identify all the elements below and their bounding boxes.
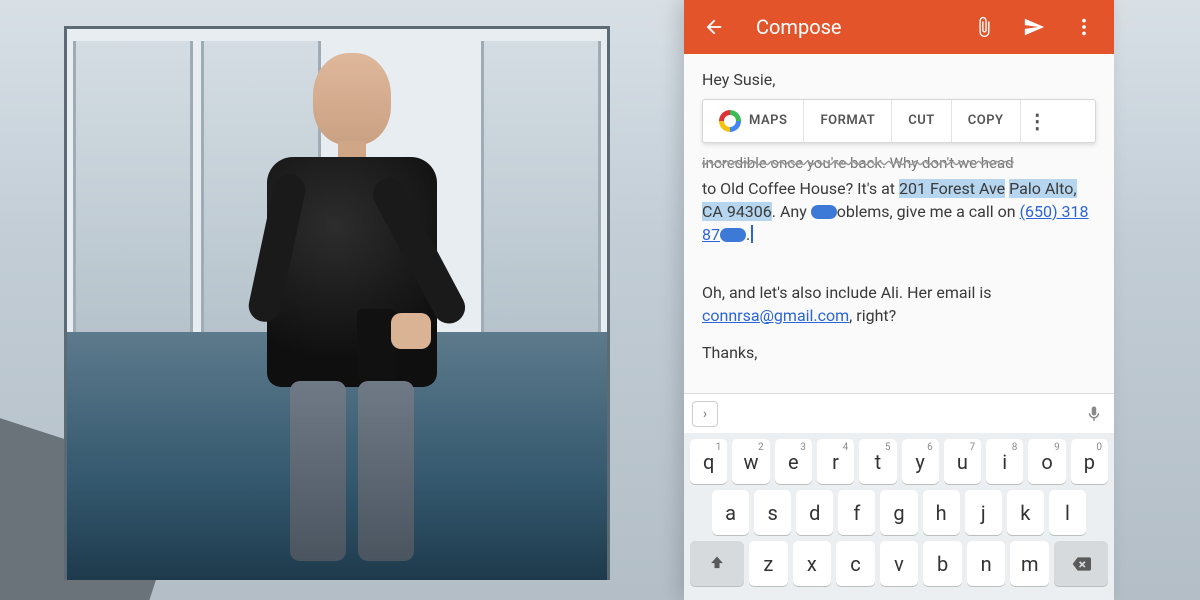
appbar: Compose: [684, 0, 1114, 54]
key-j[interactable]: j: [965, 490, 1002, 535]
key-h[interactable]: h: [923, 490, 960, 535]
expand-suggestions[interactable]: ›: [692, 401, 718, 427]
key-u[interactable]: 7u: [944, 439, 981, 484]
key-m[interactable]: m: [1010, 541, 1049, 586]
key-v[interactable]: v: [880, 541, 919, 586]
mic-icon[interactable]: [1082, 402, 1106, 426]
key-f[interactable]: f: [838, 490, 875, 535]
maps-icon: [719, 110, 741, 132]
message-text[interactable]: incredible once you're back. Why don't w…: [702, 153, 1096, 364]
phone-screenshot: Compose Hey Susie, MAPS FORMAT CUT COPY: [684, 0, 1114, 600]
selected-address: 201 Forest Ave: [899, 179, 1005, 198]
cut-action[interactable]: CUT: [892, 100, 952, 142]
key-c[interactable]: c: [836, 541, 875, 586]
key-s[interactable]: s: [754, 490, 791, 535]
redaction-dot: [720, 228, 746, 242]
copy-action[interactable]: COPY: [952, 100, 1021, 142]
redaction-dot: [811, 205, 837, 219]
maps-action[interactable]: MAPS: [703, 100, 804, 142]
presenter-figure: [247, 53, 457, 573]
key-l[interactable]: l: [1049, 490, 1086, 535]
text-selection-toolbar: MAPS FORMAT CUT COPY ⋮: [702, 99, 1096, 143]
key-a[interactable]: a: [712, 490, 749, 535]
more-vert-icon[interactable]: [1064, 7, 1104, 47]
maps-label: MAPS: [749, 112, 787, 131]
key-n[interactable]: n: [967, 541, 1006, 586]
key-d[interactable]: d: [796, 490, 833, 535]
key-z[interactable]: z: [749, 541, 788, 586]
appbar-title: Compose: [756, 15, 954, 39]
key-y[interactable]: 6y: [902, 439, 939, 484]
format-action[interactable]: FORMAT: [804, 100, 892, 142]
key-k[interactable]: k: [1007, 490, 1044, 535]
toolbar-overflow[interactable]: ⋮: [1021, 100, 1055, 142]
stage-panel: [481, 41, 601, 344]
text-cursor: [751, 225, 753, 243]
signoff: Thanks,: [702, 343, 757, 362]
clipped-previous-line: incredible once you're back. Why don't w…: [702, 153, 1096, 175]
presenter-photo: [64, 26, 610, 580]
keyboard-suggestion-bar: ›: [684, 393, 1114, 433]
key-x[interactable]: x: [793, 541, 832, 586]
shift-key[interactable]: [690, 541, 744, 586]
back-icon[interactable]: [694, 7, 734, 47]
key-t[interactable]: 5t: [859, 439, 896, 484]
key-b[interactable]: b: [923, 541, 962, 586]
stage-panel: [73, 41, 193, 344]
key-g[interactable]: g: [880, 490, 917, 535]
key-o[interactable]: 9o: [1028, 439, 1065, 484]
stage-background: Compose Hey Susie, MAPS FORMAT CUT COPY: [0, 0, 1200, 600]
backspace-key[interactable]: [1054, 541, 1108, 586]
key-i[interactable]: 8i: [986, 439, 1023, 484]
soft-keyboard: 1q2w3e4r5t6y7u8i9o0p asdfghjkl zxcvbnm: [684, 433, 1114, 600]
compose-body[interactable]: Hey Susie, MAPS FORMAT CUT COPY ⋮ incred…: [684, 54, 1114, 393]
key-p[interactable]: 0p: [1071, 439, 1108, 484]
key-w[interactable]: 2w: [732, 439, 769, 484]
key-q[interactable]: 1q: [690, 439, 727, 484]
key-e[interactable]: 3e: [775, 439, 812, 484]
email-link[interactable]: connrsa@gmail.com: [702, 306, 849, 325]
attachment-icon[interactable]: [964, 7, 1004, 47]
send-icon[interactable]: [1014, 7, 1054, 47]
key-r[interactable]: 4r: [817, 439, 854, 484]
greeting-line: Hey Susie,: [702, 68, 1096, 91]
